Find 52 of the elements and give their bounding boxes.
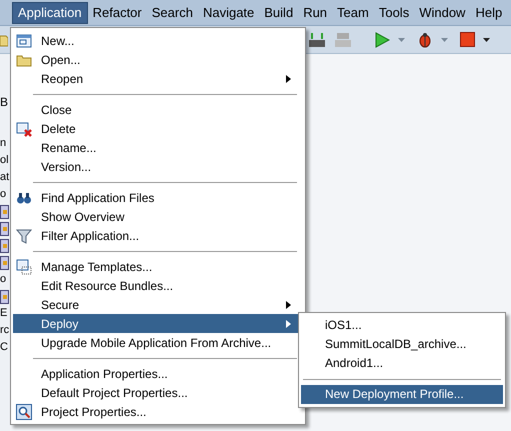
caret-icon[interactable] [483,38,490,42]
menu-item[interactable]: Secure [13,295,303,314]
magnifier-icon [16,404,32,420]
file-icon [0,290,9,304]
delete-icon [16,120,32,136]
menu-item[interactable]: Show Overview [13,207,303,226]
menu-bar-item[interactable]: Help [470,2,508,24]
tree-node-label: ol [0,153,10,168]
menu-item[interactable]: Filter Application... [13,226,303,245]
menu-item[interactable]: Reopen [13,69,303,88]
menu-bar-item[interactable]: Build [259,2,298,24]
menu-bar-item[interactable]: Window [414,2,470,24]
menu-bar-item[interactable]: Tools [374,2,414,24]
file-icon [0,222,9,236]
tree-node-label: at [0,170,10,185]
menu-bar-item[interactable]: Run [298,2,332,24]
stop-icon[interactable] [460,32,475,47]
menu-item[interactable]: Rename... [13,138,303,157]
run-icon[interactable] [374,32,390,48]
menu-item[interactable]: Close [13,100,303,119]
menu-bar-item[interactable]: Application [12,2,88,24]
menu-bar-item[interactable]: Navigate [198,2,260,24]
menu-item[interactable]: Edit Resource Bundles... [13,276,303,295]
menu-item[interactable]: Version... [13,157,303,176]
menu-item[interactable]: New... [13,31,303,50]
bug-icon[interactable] [417,32,433,48]
menu-item[interactable]: Manage Templates... [13,257,303,276]
menu-item[interactable]: Open... [13,50,303,69]
file-icon [0,204,9,218]
tree-node-label: rc [0,323,10,338]
menu-bar-item[interactable]: Team [332,2,374,24]
tree-node-label: n [0,136,8,151]
menu-item[interactable]: Delete [13,119,303,138]
menu-bar-item[interactable]: Refactor [88,2,147,24]
tab-label: B [0,94,10,110]
menu-bar-item[interactable]: Search [146,2,198,24]
tree-node-label: o [0,272,8,287]
tree-node-label: C [0,340,9,355]
menu-item[interactable]: SummitLocalDB_archive... [301,335,503,354]
menu-item[interactable]: Find Application Files [13,188,303,207]
folder-icon[interactable] [0,32,8,46]
menu-item[interactable]: iOS1... [301,316,503,335]
file-icon [0,238,9,252]
menu-item[interactable]: New Deployment Profile... [301,385,503,404]
menu-item[interactable]: Project Properties... [13,402,303,421]
filter-icon [16,228,32,244]
template-icon [16,258,32,274]
menu-item[interactable]: Android1... [301,354,503,373]
file-icon [0,256,9,270]
window-icon [16,32,32,48]
tree-node-label: E [0,306,8,321]
tree-node-label: o [0,187,8,202]
